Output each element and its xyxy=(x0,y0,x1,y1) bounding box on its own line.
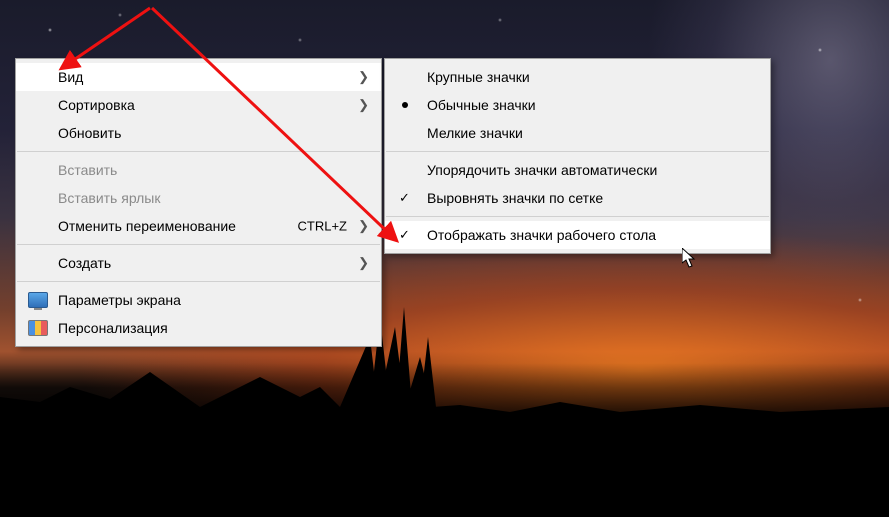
chevron-right-icon: ❯ xyxy=(358,97,369,113)
menu-item-label: Отображать значки рабочего стола xyxy=(427,227,656,243)
desktop-context-menu: Вид ❯ Сортировка ❯ Обновить Вставить Вст… xyxy=(15,58,382,347)
menu-item-label: Выровнять значки по сетке xyxy=(427,190,603,206)
submenu-item-auto-arrange[interactable]: Упорядочить значки автоматически xyxy=(385,156,770,184)
menu-separator xyxy=(386,151,769,152)
menu-item-sort[interactable]: Сортировка ❯ xyxy=(16,91,381,119)
chevron-right-icon: ❯ xyxy=(358,69,369,85)
menu-item-label: Упорядочить значки автоматически xyxy=(427,162,657,178)
menu-item-label: Обновить xyxy=(58,125,121,141)
menu-separator xyxy=(17,244,380,245)
check-icon: ✓ xyxy=(399,190,410,206)
menu-item-label: Вид xyxy=(58,69,83,85)
menu-item-undo-rename[interactable]: Отменить переименование CTRL+Z ❯ xyxy=(16,212,381,240)
view-submenu: Крупные значки Обычные значки Мелкие зна… xyxy=(384,58,771,254)
menu-item-label: Отменить переименование xyxy=(58,218,236,234)
check-icon: ✓ xyxy=(399,227,410,243)
menu-item-label: Обычные значки xyxy=(427,97,536,113)
personalize-icon xyxy=(28,320,48,336)
submenu-item-large-icons[interactable]: Крупные значки xyxy=(385,63,770,91)
menu-item-label: Крупные значки xyxy=(427,69,530,85)
menu-item-label: Вставить xyxy=(58,162,117,178)
submenu-item-show-desktop-icons[interactable]: ✓ Отображать значки рабочего стола xyxy=(385,221,770,249)
menu-item-label: Сортировка xyxy=(58,97,135,113)
radio-selected-icon xyxy=(402,102,408,108)
monitor-icon xyxy=(28,292,48,308)
menu-item-paste-shortcut: Вставить ярлык xyxy=(16,184,381,212)
menu-separator xyxy=(17,281,380,282)
menu-separator xyxy=(386,216,769,217)
menu-item-shortcut: CTRL+Z xyxy=(298,219,347,234)
menu-item-label: Вставить ярлык xyxy=(58,190,160,206)
menu-item-personalize[interactable]: Персонализация xyxy=(16,314,381,342)
menu-item-label: Мелкие значки xyxy=(427,125,523,141)
submenu-item-align-grid[interactable]: ✓ Выровнять значки по сетке xyxy=(385,184,770,212)
chevron-right-icon: ❯ xyxy=(358,218,369,234)
menu-item-label: Создать xyxy=(58,255,111,271)
submenu-item-small-icons[interactable]: Мелкие значки xyxy=(385,119,770,147)
menu-item-view[interactable]: Вид ❯ xyxy=(16,63,381,91)
menu-item-paste: Вставить xyxy=(16,156,381,184)
menu-item-display-settings[interactable]: Параметры экрана xyxy=(16,286,381,314)
submenu-item-medium-icons[interactable]: Обычные значки xyxy=(385,91,770,119)
menu-item-new[interactable]: Создать ❯ xyxy=(16,249,381,277)
menu-item-label: Персонализация xyxy=(58,320,168,336)
menu-item-label: Параметры экрана xyxy=(58,292,181,308)
menu-separator xyxy=(17,151,380,152)
chevron-right-icon: ❯ xyxy=(358,255,369,271)
menu-item-refresh[interactable]: Обновить xyxy=(16,119,381,147)
